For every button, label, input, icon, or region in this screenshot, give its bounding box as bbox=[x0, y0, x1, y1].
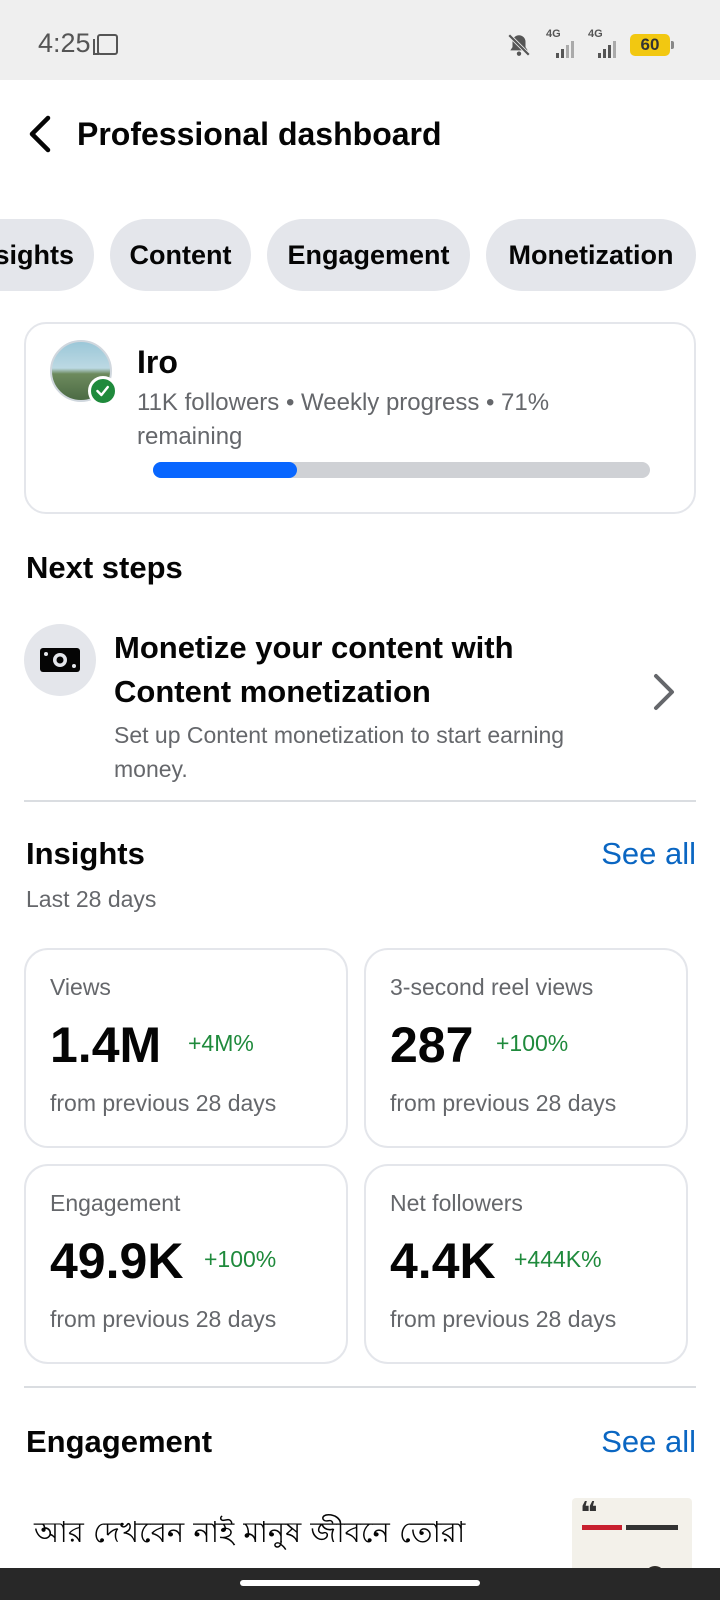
tab-insights[interactable]: Insights bbox=[0, 219, 94, 291]
sim-notification-icon bbox=[93, 34, 118, 55]
tab-monetization[interactable]: Monetization bbox=[486, 219, 696, 291]
insights-period: Last 28 days bbox=[26, 886, 157, 912]
stat-change: +100% bbox=[496, 1030, 569, 1056]
engagement-heading: Engagement bbox=[26, 1424, 213, 1459]
stat-card-net-followers[interactable]: Net followers 4.4K +444K% from previous … bbox=[364, 1164, 688, 1364]
stat-value: 4.4K bbox=[390, 1233, 496, 1289]
system-nav-bar bbox=[0, 1568, 720, 1600]
stat-foot: from previous 28 days bbox=[50, 1090, 277, 1116]
chevron-right-icon bbox=[654, 674, 674, 710]
verified-check-icon bbox=[88, 376, 118, 406]
tab-content[interactable]: Content bbox=[110, 219, 251, 291]
network-type: 4G bbox=[546, 28, 561, 40]
post-text[interactable]: আর দেখবেন নাই মানুষ জীবনে তোরা bbox=[34, 1510, 465, 1559]
status-bar: 4:25 4G 4G 60 bbox=[0, 0, 720, 80]
insights-heading: Insights bbox=[26, 836, 145, 871]
app-header: Professional dashboard bbox=[0, 80, 720, 190]
profile-name: Iro bbox=[137, 344, 178, 380]
step-icon-wrapper bbox=[24, 624, 96, 696]
step-title: Monetize your content with Content monet… bbox=[114, 630, 514, 709]
page-title: Professional dashboard bbox=[77, 116, 442, 152]
stat-change: +100% bbox=[204, 1246, 277, 1272]
monetization-step[interactable]: Monetize your content with Content monet… bbox=[24, 620, 696, 790]
stat-label: Engagement bbox=[50, 1190, 181, 1216]
tab-bar: Insights Content Engagement Monetization bbox=[0, 219, 720, 293]
status-time: 4:25 bbox=[38, 28, 91, 58]
thumbnail-text-graphic bbox=[582, 1525, 678, 1530]
stat-foot: from previous 28 days bbox=[390, 1306, 617, 1332]
money-icon bbox=[40, 648, 80, 672]
weekly-progress-bar bbox=[153, 462, 650, 478]
status-icons: 4G 4G 60 bbox=[506, 28, 674, 60]
home-indicator[interactable] bbox=[240, 1580, 480, 1586]
stat-card-views[interactable]: Views 1.4M +4M% from previous 28 days bbox=[24, 948, 348, 1148]
next-steps-heading: Next steps bbox=[26, 550, 183, 585]
engagement-see-all-link[interactable]: See all bbox=[601, 1424, 696, 1460]
profile-meta: 11K followers • Weekly progress • 71% re… bbox=[137, 389, 550, 450]
bell-muted-icon bbox=[507, 33, 531, 57]
tab-label: Content bbox=[129, 239, 232, 270]
step-description: Set up Content monetization to start ear… bbox=[114, 722, 565, 782]
stat-foot: from previous 28 days bbox=[50, 1306, 277, 1332]
stat-card-engagement[interactable]: Engagement 49.9K +100% from previous 28 … bbox=[24, 1164, 348, 1364]
stat-value: 287 bbox=[390, 1017, 474, 1073]
signal-4g-icon: 4G bbox=[588, 28, 616, 58]
insights-see-all-link[interactable]: See all bbox=[601, 836, 696, 872]
battery-icon: 60 bbox=[630, 34, 674, 56]
stat-change: +444K% bbox=[514, 1246, 602, 1272]
stat-label: Net followers bbox=[390, 1190, 523, 1216]
stat-label: Views bbox=[50, 974, 111, 1000]
network-type: 4G bbox=[588, 28, 603, 40]
back-arrow-icon[interactable] bbox=[22, 110, 62, 158]
stat-value: 49.9K bbox=[50, 1233, 184, 1289]
signal-4g-icon: 4G bbox=[546, 28, 574, 58]
stat-label: 3-second reel views bbox=[390, 974, 594, 1000]
section-divider bbox=[24, 1386, 696, 1388]
tab-label: Engagement bbox=[287, 239, 450, 270]
tab-engagement[interactable]: Engagement bbox=[267, 219, 470, 291]
tab-label: Insights bbox=[0, 239, 74, 270]
profile-card[interactable]: Iro 11K followers • Weekly progress • 71… bbox=[24, 322, 696, 514]
weekly-progress-fill bbox=[153, 462, 298, 478]
stat-foot: from previous 28 days bbox=[390, 1090, 617, 1116]
section-divider bbox=[24, 800, 696, 802]
tab-label: Monetization bbox=[508, 239, 674, 270]
stat-value: 1.4M bbox=[50, 1017, 162, 1073]
stat-card-reel-views[interactable]: 3-second reel views 287 +100% from previ… bbox=[364, 948, 688, 1148]
stat-change: +4M% bbox=[188, 1030, 254, 1056]
